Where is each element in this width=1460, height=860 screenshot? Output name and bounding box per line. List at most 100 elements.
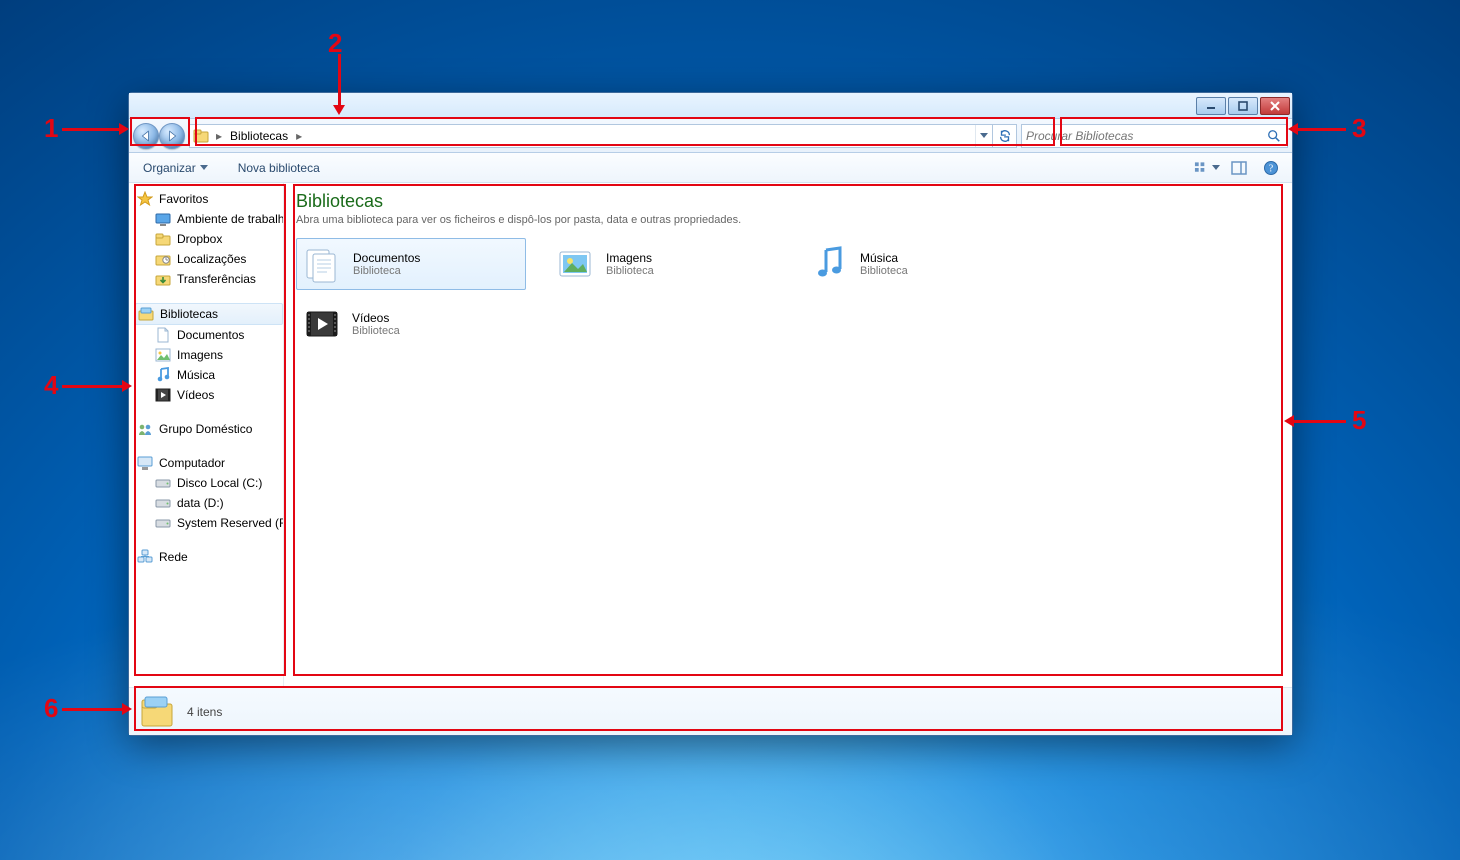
- annotation-line-3: [1294, 128, 1346, 131]
- library-item-music[interactable]: Música Biblioteca: [804, 238, 1034, 290]
- chevron-down-icon[interactable]: [980, 133, 988, 138]
- library-item-text: Imagens Biblioteca: [606, 251, 654, 277]
- address-bar[interactable]: ▸ Bibliotecas ▸: [189, 124, 1017, 148]
- nav-group-libraries: Bibliotecas Documentos Imagens Música Ví…: [137, 303, 283, 405]
- breadcrumb-separator[interactable]: ▸: [292, 129, 306, 143]
- annotation-line-5: [1290, 420, 1346, 423]
- forward-button[interactable]: [159, 123, 185, 149]
- nav-homegroup-label: Grupo Doméstico: [159, 422, 252, 436]
- nav-item-label: Dropbox: [177, 232, 222, 246]
- maximize-button[interactable]: [1228, 97, 1258, 115]
- nav-libraries-label: Bibliotecas: [160, 307, 218, 321]
- library-item-documents[interactable]: Documentos Biblioteca: [296, 238, 526, 290]
- nav-item-disk-d[interactable]: data (D:): [137, 493, 283, 513]
- annotation-line-4: [62, 385, 126, 388]
- body: Favoritos Ambiente de trabalh Dropbox Lo…: [129, 183, 1292, 687]
- svg-text:?: ?: [1269, 163, 1274, 174]
- computer-icon: [137, 455, 153, 471]
- nav-homegroup[interactable]: Grupo Doméstico: [137, 419, 283, 439]
- library-kind: Biblioteca: [352, 325, 400, 337]
- annotation-line-1: [62, 128, 122, 131]
- library-name: Documentos: [353, 251, 420, 265]
- nav-network-label: Rede: [159, 550, 188, 564]
- new-library-button[interactable]: Nova biblioteca: [232, 157, 326, 179]
- nav-computer-label: Computador: [159, 456, 225, 470]
- breadcrumb-separator[interactable]: ▸: [212, 129, 226, 143]
- navigation-bar: ▸ Bibliotecas ▸: [129, 119, 1292, 153]
- library-grid: Documentos Biblioteca Imagens Biblioteca: [296, 238, 1280, 350]
- desktop-icon: [155, 211, 171, 227]
- recent-icon: [155, 251, 171, 267]
- library-item-pictures[interactable]: Imagens Biblioteca: [550, 238, 780, 290]
- library-item-videos[interactable]: Vídeos Biblioteca: [296, 298, 526, 350]
- nav-group-network: Rede: [137, 547, 283, 567]
- details-icon: [139, 694, 175, 730]
- address-bar-end: [975, 125, 992, 147]
- nav-libraries[interactable]: Bibliotecas: [135, 303, 283, 325]
- nav-network[interactable]: Rede: [137, 547, 283, 567]
- documents-icon: [303, 244, 343, 284]
- nav-item-label: System Reserved (F:): [177, 516, 283, 530]
- homegroup-icon: [137, 421, 153, 437]
- content-pane: Bibliotecas Abra uma biblioteca para ver…: [284, 183, 1292, 687]
- nav-item-pictures[interactable]: Imagens: [137, 345, 283, 365]
- navigation-pane: Favoritos Ambiente de trabalh Dropbox Lo…: [129, 183, 284, 687]
- folder-icon: [155, 231, 171, 247]
- nav-item-desktop[interactable]: Ambiente de trabalh: [137, 209, 283, 229]
- title-bar: [129, 93, 1292, 119]
- search-icon[interactable]: [1265, 129, 1283, 143]
- star-icon: [137, 191, 153, 207]
- library-name: Música: [860, 251, 908, 265]
- help-button[interactable]: ?: [1258, 157, 1284, 179]
- annotation-line-6: [62, 708, 126, 711]
- drive-icon: [155, 475, 171, 491]
- nav-favorites-label: Favoritos: [159, 192, 208, 206]
- nav-item-videos[interactable]: Vídeos: [137, 385, 283, 405]
- nav-item-downloads[interactable]: Transferências: [137, 269, 283, 289]
- nav-item-documents[interactable]: Documentos: [137, 325, 283, 345]
- music-icon: [810, 244, 850, 284]
- library-kind: Biblioteca: [860, 265, 908, 277]
- nav-arrows: [133, 123, 185, 149]
- close-button[interactable]: [1260, 97, 1290, 115]
- downloads-icon: [155, 271, 171, 287]
- refresh-button[interactable]: [992, 125, 1016, 147]
- annotation-label-6: 6: [44, 693, 58, 724]
- nav-group-computer: Computador Disco Local (C:) data (D:) Sy…: [137, 453, 283, 533]
- nav-favorites[interactable]: Favoritos: [137, 189, 283, 209]
- chevron-down-icon: [1212, 165, 1220, 170]
- annotation-label-1: 1: [44, 113, 58, 144]
- music-icon: [155, 367, 171, 383]
- search-box[interactable]: [1021, 124, 1288, 148]
- back-button[interactable]: [133, 123, 159, 149]
- nav-item-disk-f[interactable]: System Reserved (F:): [137, 513, 283, 533]
- annotation-label-4: 4: [44, 370, 58, 401]
- annotation-label-3: 3: [1352, 113, 1366, 144]
- nav-item-label: Música: [177, 368, 215, 382]
- nav-item-label: Vídeos: [177, 388, 214, 402]
- library-kind: Biblioteca: [606, 265, 654, 277]
- picture-icon: [155, 347, 171, 363]
- drive-icon: [155, 515, 171, 531]
- minimize-button[interactable]: [1196, 97, 1226, 115]
- nav-item-disk-c[interactable]: Disco Local (C:): [137, 473, 283, 493]
- nav-item-label: Localizações: [177, 252, 246, 266]
- breadcrumb-libraries[interactable]: Bibliotecas: [226, 129, 292, 143]
- command-bar: Organizar Nova biblioteca ?: [129, 153, 1292, 183]
- nav-computer[interactable]: Computador: [137, 453, 283, 473]
- nav-item-label: Imagens: [177, 348, 223, 362]
- search-input[interactable]: [1026, 129, 1265, 143]
- organize-menu[interactable]: Organizar: [137, 157, 214, 179]
- explorer-window: ▸ Bibliotecas ▸ Organizar Nova bibliotec…: [128, 92, 1293, 736]
- annotation-label-5: 5: [1352, 405, 1366, 436]
- library-name: Vídeos: [352, 311, 400, 325]
- nav-item-label: Ambiente de trabalh: [177, 212, 283, 226]
- preview-pane-button[interactable]: [1226, 157, 1252, 179]
- view-options-button[interactable]: [1194, 157, 1220, 179]
- document-icon: [155, 327, 171, 343]
- nav-item-music[interactable]: Música: [137, 365, 283, 385]
- nav-item-locations[interactable]: Localizações: [137, 249, 283, 269]
- organize-label: Organizar: [143, 161, 196, 175]
- pictures-icon: [556, 244, 596, 284]
- nav-item-dropbox[interactable]: Dropbox: [137, 229, 283, 249]
